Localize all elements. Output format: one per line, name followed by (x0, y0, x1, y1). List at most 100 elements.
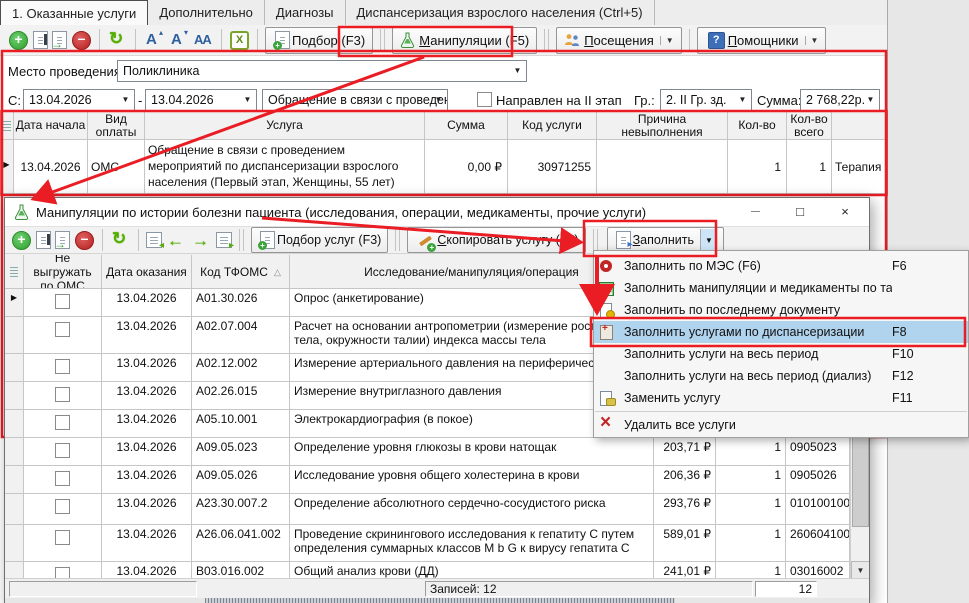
cell-sum[interactable]: 0,00 ₽ (425, 140, 508, 194)
col-header-sum[interactable]: Сумма (425, 112, 508, 140)
no-oms-cell[interactable] (24, 289, 102, 317)
tab-dispensary[interactable]: Диспансеризация взрослого населения (Ctr… (346, 0, 655, 25)
excel-export-icon[interactable] (230, 31, 249, 50)
edit-icon[interactable] (36, 231, 51, 249)
cell-qty-total[interactable]: 1 (787, 140, 832, 194)
scrollbar-thumb[interactable] (852, 435, 869, 527)
tab-rendered-services[interactable]: 1. Оказанные услуги (0, 0, 148, 25)
add-icon[interactable] (12, 231, 31, 250)
close-button[interactable]: × (825, 198, 865, 225)
checkbox[interactable] (55, 294, 70, 309)
hscrollbar-thumb[interactable] (205, 598, 675, 603)
font-increase-icon[interactable] (144, 31, 163, 50)
service-row[interactable]: 13.04.2026A26.06.041.002Проведение скрин… (5, 525, 869, 562)
helpers-dropdown-icon[interactable]: ▼ (805, 36, 819, 45)
next-record-icon[interactable]: → (192, 231, 211, 250)
visits-button[interactable]: Посещения ▼ (556, 27, 682, 54)
service-row[interactable]: 13.04.2026A23.30.007.2Определение абсолю… (5, 494, 869, 525)
checkbox[interactable] (55, 443, 70, 458)
group-combo[interactable]: 2. II Гр. зд. ▼ (660, 89, 752, 111)
cell-code[interactable]: 30971255 (508, 140, 597, 194)
col-header-date[interactable]: Дата начала (14, 112, 88, 140)
col-header-service[interactable]: Услуга (145, 112, 425, 140)
horizontal-scrollbar[interactable] (5, 598, 869, 603)
cell-qty[interactable]: 1 (728, 140, 787, 194)
chevron-down-icon[interactable]: ▼ (430, 90, 447, 110)
last-record-icon[interactable] (216, 232, 232, 248)
date-to-combo[interactable]: 13.04.2026 ▼ (145, 89, 257, 111)
no-oms-cell[interactable] (24, 494, 102, 525)
col-header-dept[interactable] (832, 112, 887, 140)
chevron-down-icon[interactable]: ▼ (734, 90, 751, 110)
no-oms-cell[interactable] (24, 410, 102, 438)
helpers-button[interactable]: Помощники ▼ (697, 27, 827, 54)
delete-icon[interactable] (72, 31, 91, 50)
checkbox[interactable] (55, 322, 70, 337)
delete-icon[interactable] (75, 231, 94, 250)
refresh-icon[interactable] (108, 31, 127, 50)
menu-item[interactable]: Заполнить по последнему документу (594, 299, 968, 321)
edit-icon[interactable] (33, 31, 48, 49)
dialog-title-bar[interactable]: Манипуляции по истории болезни пациента … (5, 198, 869, 226)
checkbox[interactable] (55, 530, 70, 545)
chevron-down-icon[interactable]: ▼ (117, 90, 134, 110)
service-row[interactable]: 13.04.2026A09.05.023Определение уровня г… (5, 438, 869, 466)
manipulations-button[interactable]: Манипуляции (F5) (392, 27, 537, 54)
visits-dropdown-icon[interactable]: ▼ (660, 36, 674, 45)
col-header-tfoms[interactable]: Код ТФОМС △ (192, 255, 290, 289)
minimize-button[interactable] (735, 198, 775, 225)
col-header-qty[interactable]: Кол-во (728, 112, 787, 140)
menu-item[interactable]: Заполнить услугами по диспансеризацииF8 (594, 321, 968, 343)
date-from-combo[interactable]: 13.04.2026 ▼ (23, 89, 135, 111)
scroll-down-icon[interactable]: ▼ (851, 561, 869, 579)
tab-additional[interactable]: Дополнительно (148, 0, 265, 25)
copy-service-button[interactable]: Скопировать услугу (F5) (407, 227, 585, 253)
menu-item[interactable]: Удалить все услуги (594, 414, 968, 436)
first-record-icon[interactable] (146, 232, 162, 248)
no-oms-cell[interactable] (24, 317, 102, 354)
cell-reason[interactable] (597, 140, 728, 194)
checkbox[interactable] (55, 359, 70, 374)
checkbox[interactable] (55, 471, 70, 486)
font-decrease-icon[interactable] (169, 31, 188, 50)
menu-item[interactable]: Заполнить манипуляции и медикаменты по т… (594, 277, 968, 299)
cell-dept[interactable]: Терапия (832, 140, 887, 194)
cell-pay[interactable]: ОМС (88, 140, 145, 194)
col-header-date[interactable]: Дата оказания (102, 255, 192, 289)
chevron-down-icon[interactable]: ▼ (509, 61, 526, 81)
visit-type-combo[interactable]: Обращение в связи с проведением ▼ (262, 89, 448, 111)
service-row[interactable]: 13.04.2026B03.016.002Общий анализ крови … (5, 562, 869, 579)
no-oms-cell[interactable] (24, 466, 102, 494)
add-icon[interactable] (9, 31, 28, 50)
no-oms-cell[interactable] (24, 525, 102, 562)
chevron-down-icon[interactable]: ▼ (862, 90, 879, 110)
prev-record-icon[interactable]: ← (167, 231, 186, 250)
menu-item[interactable]: Заменить услугуF11 (594, 387, 968, 409)
place-combo[interactable]: Поликлиника ▼ (117, 60, 527, 82)
stage2-checkbox[interactable] (477, 92, 492, 107)
sum-combo[interactable]: 2 768,22р. ▼ (800, 89, 880, 111)
cell-date[interactable]: 13.04.2026 (14, 140, 88, 194)
col-header-code[interactable]: Код услуги (508, 112, 597, 140)
refresh-icon[interactable] (111, 231, 130, 250)
col-header-no-oms[interactable]: Не выгружать по ОМС (24, 255, 102, 289)
no-oms-cell[interactable] (24, 354, 102, 382)
cell-service[interactable]: Обращение в связи с проведением мероприя… (145, 140, 425, 194)
menu-item[interactable]: Заполнить услуги на весь период (диализ)… (594, 365, 968, 387)
col-header-qty-total[interactable]: Кол-во всего (787, 112, 832, 140)
col-header-pay[interactable]: Вид оплаты (88, 112, 145, 140)
save-icon[interactable] (52, 31, 67, 49)
no-oms-cell[interactable] (24, 438, 102, 466)
font-reset-icon[interactable] (194, 31, 213, 50)
no-oms-cell[interactable] (24, 382, 102, 410)
podbor-services-button[interactable]: Подбор услуг (F3) (251, 227, 388, 253)
podbor-button[interactable]: Подбор (F3) (265, 27, 373, 54)
maximize-button[interactable]: □ (780, 198, 820, 225)
fill-dropdown-icon[interactable]: ▼ (700, 229, 717, 251)
menu-item[interactable]: Заполнить услуги на весь периодF10 (594, 343, 968, 365)
tab-diagnoses[interactable]: Диагнозы (265, 0, 346, 25)
checkbox[interactable] (55, 415, 70, 430)
checkbox[interactable] (55, 387, 70, 402)
chevron-down-icon[interactable]: ▼ (239, 90, 256, 110)
save-icon[interactable] (55, 231, 70, 249)
